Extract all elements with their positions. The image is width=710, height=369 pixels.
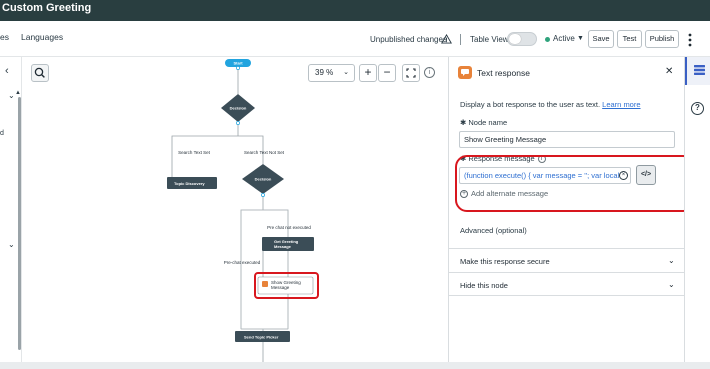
- panel-title: Text response: [477, 68, 530, 78]
- table-view-toggle[interactable]: [507, 32, 537, 46]
- chevron-down-icon: ⌄: [668, 280, 675, 289]
- test-button[interactable]: Test: [617, 30, 642, 48]
- properties-panel: Text response ✕ Display a bot response t…: [448, 57, 685, 369]
- save-button[interactable]: Save: [588, 30, 614, 48]
- status-dropdown[interactable]: Active: [553, 34, 575, 43]
- start-label: Start: [233, 61, 243, 66]
- panel-header: Text response ✕: [449, 57, 685, 89]
- toolbar-divider: [460, 34, 461, 45]
- send-topic-picker-label: Send Topic Picker: [244, 335, 279, 340]
- toggle-knob: [509, 34, 521, 44]
- decision-label: Decision: [255, 177, 272, 182]
- description-text: Display a bot response to the user as te…: [460, 100, 601, 109]
- text-response-icon: [262, 281, 268, 287]
- flow-diagram: Start Decision Search Text Set Search Te…: [167, 59, 319, 369]
- accordion-label: Make this response secure: [460, 257, 550, 266]
- status-dot-icon: [545, 37, 550, 42]
- caret-down-icon[interactable]: ▼: [577, 35, 584, 42]
- branch-label: Search Text Not Set: [244, 150, 285, 155]
- table-view-label: Table View: [470, 35, 509, 44]
- show-greeting-label: Message: [271, 285, 290, 290]
- flow-canvas[interactable]: 39 % ⌄ + − i Start Decision Search Text …: [22, 57, 448, 369]
- publish-button[interactable]: Publish: [645, 30, 679, 48]
- node-name-field[interactable]: Show Greeting Message: [459, 131, 675, 148]
- node-name-label: ✱ Node name: [460, 118, 507, 127]
- decision-label: Decision: [230, 106, 247, 111]
- get-greeting-label: Message: [274, 244, 292, 249]
- title-bar: Custom Greeting: [0, 0, 710, 21]
- advanced-section-label[interactable]: Advanced (optional): [460, 226, 527, 235]
- page-title: Custom Greeting: [2, 2, 92, 14]
- node-name-label-text: Node name: [468, 118, 508, 127]
- chevron-down-icon[interactable]: ⌄: [8, 91, 15, 100]
- chevron-left-icon[interactable]: ‹: [5, 65, 9, 77]
- branch-label: Pre-chat executed: [224, 260, 261, 265]
- horizontal-scrollbar[interactable]: [0, 362, 710, 369]
- toolbar: es Languages Unpublished changes Table V…: [0, 21, 710, 57]
- properties-tab[interactable]: [685, 57, 710, 85]
- list-icon: [694, 65, 705, 75]
- tab-languages[interactable]: Languages: [21, 32, 63, 42]
- panel-description: Display a bot response to the user as te…: [460, 100, 641, 109]
- unpublished-changes-label: Unpublished changes: [370, 35, 447, 44]
- hide-node-accordion[interactable]: Hide this node ⌄: [449, 272, 685, 296]
- truncated-text: d: [0, 130, 4, 137]
- chevron-down-icon[interactable]: ⌄: [8, 240, 15, 249]
- tab-previous[interactable]: es: [0, 32, 9, 42]
- left-collapsed-panel: ‹ ⌄ ▲ d ⌄: [0, 57, 22, 369]
- learn-more-link[interactable]: Learn more: [602, 100, 640, 109]
- help-icon[interactable]: ?: [691, 102, 704, 115]
- warning-icon: [441, 34, 452, 44]
- chevron-down-icon: ⌄: [668, 256, 675, 265]
- more-vertical-icon[interactable]: [686, 32, 694, 48]
- branch-label: Search Text Set: [178, 150, 210, 155]
- scrollbar[interactable]: [18, 97, 21, 350]
- branch-label: Pre chat not executed: [267, 225, 311, 230]
- text-response-icon: [458, 66, 472, 79]
- topic-discovery-label: Topic Discovery: [174, 181, 205, 186]
- accordion-label: Hide this node: [460, 281, 508, 290]
- chat-bubble-icon: [461, 69, 469, 76]
- annotation-highlight: [455, 155, 695, 212]
- scroll-up-icon[interactable]: ▲: [15, 90, 21, 96]
- make-secure-accordion[interactable]: Make this response secure ⌄: [449, 248, 685, 272]
- right-rail: ?: [684, 57, 710, 369]
- close-icon[interactable]: ✕: [665, 66, 673, 77]
